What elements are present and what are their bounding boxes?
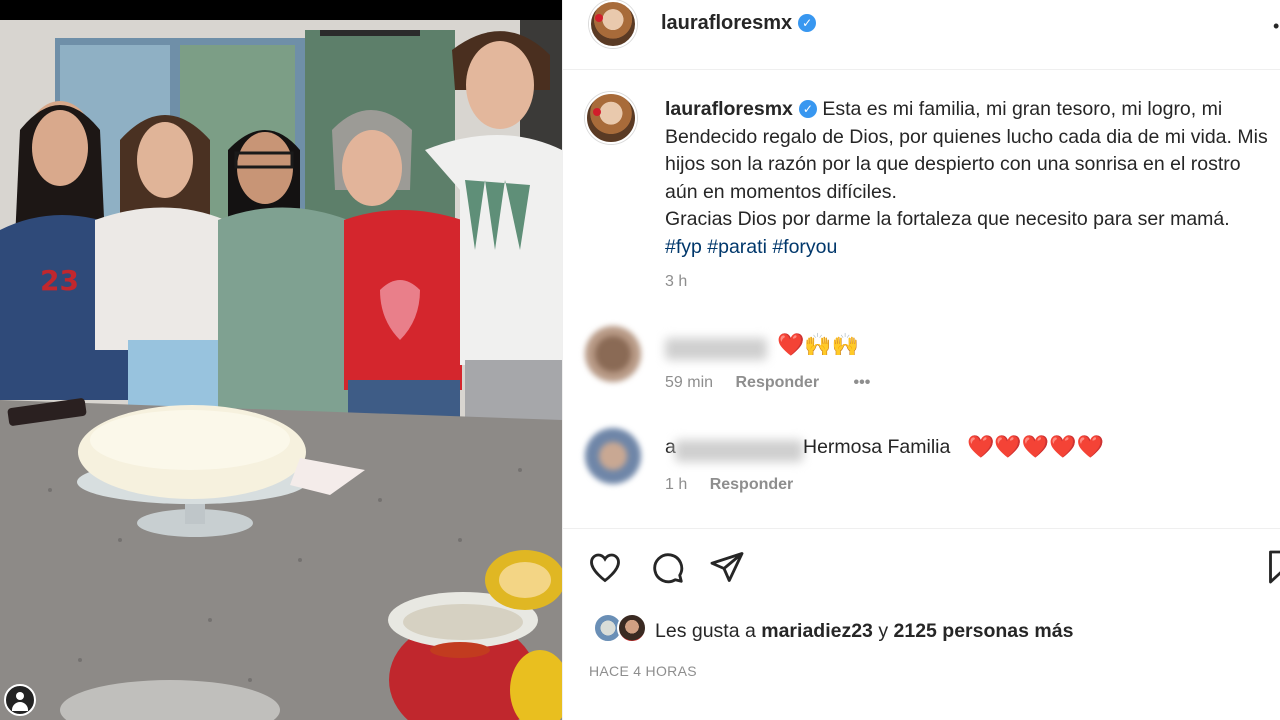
verified-icon: ✓	[798, 100, 817, 118]
photo-top-bar	[0, 0, 562, 20]
post-photo[interactable]: 23	[0, 0, 562, 720]
likes-summary: Les gusta a mariadiez23 y 2125 personas …	[655, 620, 1073, 643]
author-avatar[interactable]	[589, 0, 637, 48]
comment-time[interactable]: 1 h	[665, 476, 687, 493]
comment-options-icon[interactable]: •••	[854, 374, 871, 391]
svg-text:23: 23	[40, 264, 79, 297]
comment-meta: 59 min Responder •••	[665, 374, 870, 392]
family-photo-illustration: 23	[0, 20, 562, 720]
more-options-icon[interactable]: •	[1273, 16, 1279, 37]
comment-text: Hermosa Familia	[803, 436, 951, 458]
post-timestamp[interactable]: HACE 4 HORAS	[589, 663, 697, 679]
bookmark-icon[interactable]	[1263, 549, 1280, 585]
avatar-rose-detail	[595, 14, 603, 22]
commenter-name-blurred[interactable]	[665, 338, 767, 360]
share-icon[interactable]	[709, 549, 745, 585]
post-caption: laurafloresmx ✓ Esta es mi familia, mi gr…	[665, 96, 1277, 261]
likes-count-link[interactable]: 2125 personas más	[894, 620, 1074, 642]
comment-icon[interactable]	[649, 549, 685, 585]
reply-button[interactable]: Responder	[735, 374, 819, 391]
hashtags-link[interactable]: #fyp #parati #foryou	[665, 236, 837, 258]
commenter-avatar[interactable]	[585, 428, 641, 484]
reply-button[interactable]: Responder	[710, 476, 794, 493]
caption-line-2: Gracias Dios por darme la fortaleza que …	[665, 208, 1230, 230]
post-actions-section: Les gusta a mariadiez23 y 2125 personas …	[563, 528, 1280, 720]
post-details-panel: laurafloresmx ✓ • laurafloresmx ✓ Esta es …	[562, 0, 1280, 720]
user-tag-icon[interactable]	[4, 684, 36, 716]
commenter-avatar[interactable]	[585, 326, 641, 382]
liker-username-link[interactable]: mariadiez23	[761, 620, 873, 642]
comment-text: ❤️🙌🙌	[777, 332, 860, 357]
commenter-name-blurred[interactable]	[675, 440, 803, 462]
avatar-rose-detail	[593, 108, 601, 116]
heart-icon[interactable]	[587, 549, 623, 585]
comment-hearts: ❤️❤️❤️❤️❤️	[967, 434, 1104, 459]
caption-username[interactable]: laurafloresmx	[665, 98, 793, 120]
likes-connector: y	[878, 620, 889, 642]
likes-prefix: Les gusta a	[655, 620, 756, 642]
verified-icon: ✓	[798, 14, 817, 32]
post-header: laurafloresmx ✓ •	[563, 0, 1280, 70]
author-username-link[interactable]: laurafloresmx ✓	[661, 12, 817, 35]
liker-avatar[interactable]	[617, 613, 647, 643]
comment-time[interactable]: 59 min	[665, 374, 713, 391]
caption-author-avatar[interactable]	[585, 92, 637, 144]
author-username[interactable]: laurafloresmx	[661, 12, 792, 34]
comment-meta: 1 h Responder	[665, 476, 793, 494]
caption-timestamp[interactable]: 3 h	[665, 273, 687, 291]
